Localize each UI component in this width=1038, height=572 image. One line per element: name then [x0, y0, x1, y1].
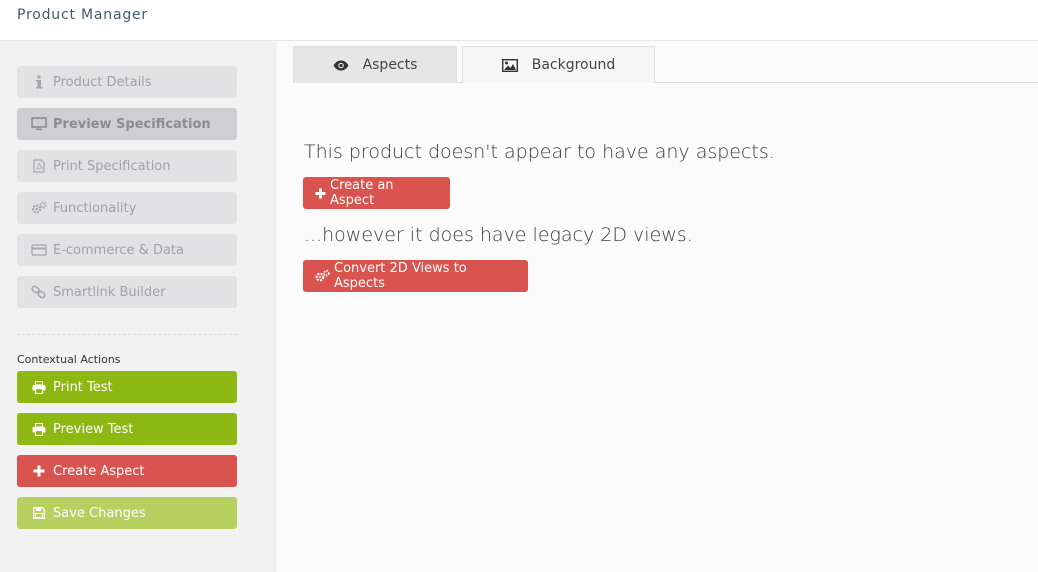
nav-functionality-button[interactable]: Functionality: [17, 192, 237, 224]
monitor-icon: [31, 117, 47, 131]
action-label: Create Aspect: [53, 463, 145, 479]
nav-label: Product Details: [53, 74, 152, 90]
printer-icon: [32, 422, 46, 436]
action-label: Print Test: [53, 379, 113, 395]
tab-background[interactable]: Background: [462, 46, 655, 83]
nav-smartlink-builder-button[interactable]: Smartlink Builder: [17, 276, 237, 308]
preview-test-button[interactable]: Preview Test: [17, 413, 237, 445]
tab-aspects[interactable]: Aspects: [293, 46, 457, 83]
plus-icon: [32, 465, 46, 477]
pdf-file-icon: [31, 159, 47, 173]
button-label: Create an Aspect: [330, 178, 394, 208]
contextual-actions-label: Contextual Actions: [17, 353, 121, 366]
legacy-views-message: ...however it does have legacy 2D views.: [304, 224, 693, 246]
info-icon: [31, 75, 47, 89]
nav-label: Print Specification: [53, 158, 171, 174]
sidebar: Product Details Preview Specification Pr…: [0, 41, 277, 572]
gears-icon: [31, 201, 47, 215]
app-title: Product Manager: [17, 7, 148, 23]
credit-card-icon: [31, 244, 47, 256]
save-changes-button[interactable]: Save Changes: [17, 497, 237, 529]
top-bar: Product Manager: [0, 0, 1038, 41]
convert-2d-views-button[interactable]: Convert 2D Views to Aspects: [303, 260, 528, 292]
image-icon: [501, 58, 518, 72]
nav-ecommerce-data-button[interactable]: E-commerce & Data: [17, 234, 237, 266]
create-an-aspect-button[interactable]: Create an Aspect: [303, 177, 450, 209]
nav-label: E-commerce & Data: [53, 242, 184, 258]
nav-print-specification-button[interactable]: Print Specification: [17, 150, 237, 182]
print-test-button[interactable]: Print Test: [17, 371, 237, 403]
tab-label: Aspects: [362, 57, 418, 73]
gears-icon: [315, 270, 330, 282]
tab-label: Background: [531, 57, 616, 73]
floppy-icon: [32, 507, 46, 519]
sidebar-divider: [17, 334, 237, 335]
nav-preview-specification-button[interactable]: Preview Specification: [17, 108, 237, 140]
button-label: Convert 2D Views to Aspects: [334, 261, 467, 291]
nav-label: Smartlink Builder: [53, 284, 166, 300]
action-label: Save Changes: [53, 505, 146, 521]
printer-icon: [32, 380, 46, 394]
action-label: Preview Test: [53, 421, 134, 437]
nav-label: Preview Specification: [53, 116, 211, 132]
link-icon: [31, 285, 47, 299]
create-aspect-button[interactable]: Create Aspect: [17, 455, 237, 487]
no-aspects-message: This product doesn't appear to have any …: [304, 141, 775, 163]
plus-icon: [315, 188, 326, 199]
nav-product-details-button[interactable]: Product Details: [17, 66, 237, 98]
nav-label: Functionality: [53, 200, 137, 216]
eye-icon: [333, 60, 349, 71]
